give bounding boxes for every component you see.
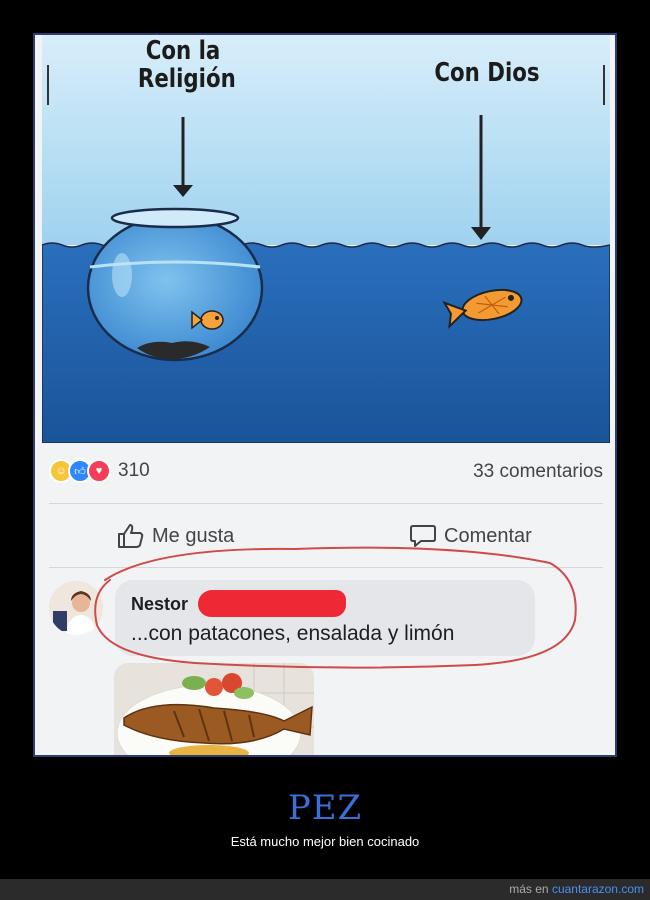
footer-text: más en cuantarazon.com [509,882,644,896]
footer-bar: más en cuantarazon.com [0,879,650,900]
footer-prefix: más en [509,882,552,896]
meme-frame: Con la Religión Con Dios ☺ 👍︎ ♥ 310 33 c… [33,33,617,757]
page-subtitle: Está mucho mejor bien cocinado [230,834,420,849]
footer-link[interactable]: cuantarazon.com [552,882,644,896]
circle-annotation [94,546,577,669]
page-title: PEZ [287,788,363,828]
